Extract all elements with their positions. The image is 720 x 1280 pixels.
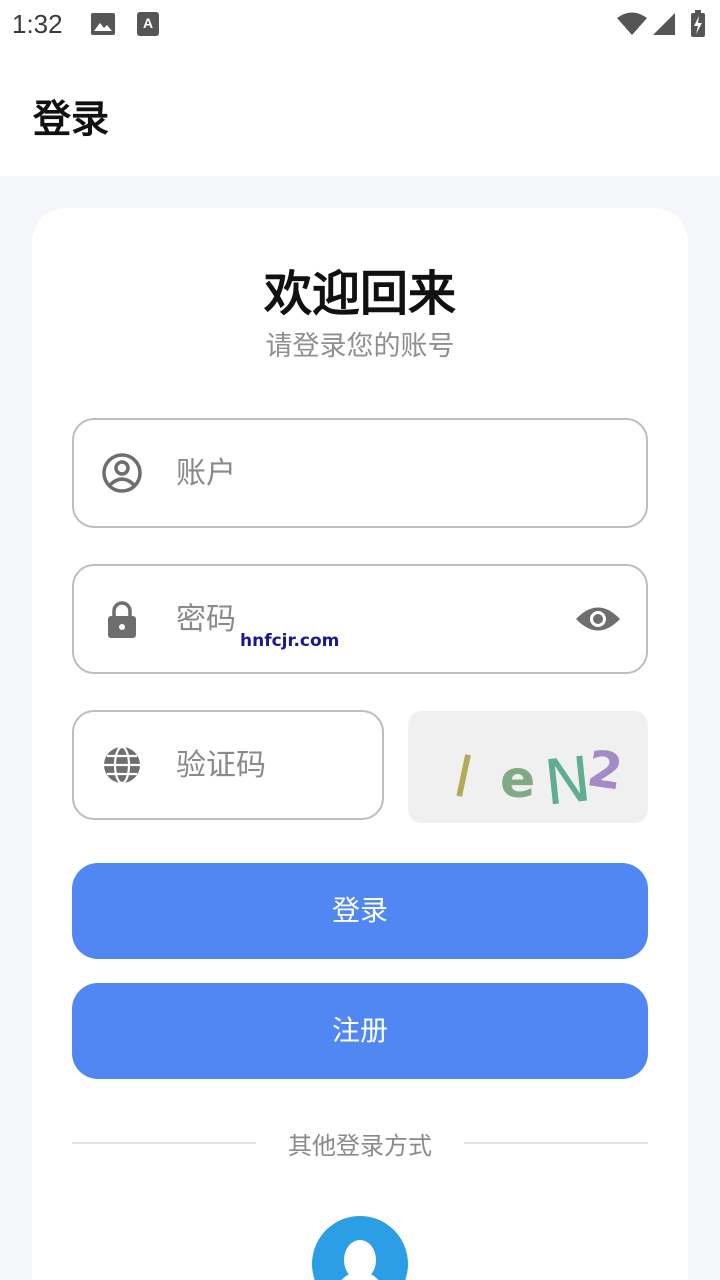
password-field[interactable] bbox=[72, 564, 648, 674]
signal-icon bbox=[653, 13, 675, 35]
svg-text:2: 2 bbox=[584, 739, 627, 801]
lock-icon bbox=[108, 601, 136, 638]
qq-login-button[interactable] bbox=[312, 1216, 408, 1280]
font-icon: A bbox=[137, 12, 159, 36]
captcha-text: I e N 2 bbox=[448, 739, 627, 819]
image-icon bbox=[91, 13, 115, 35]
captcha-image[interactable]: I e N 2 bbox=[408, 711, 648, 823]
password-input[interactable] bbox=[176, 566, 556, 672]
captcha-input[interactable] bbox=[176, 712, 366, 818]
account-circle-icon bbox=[102, 453, 142, 493]
page-title: 登录 bbox=[33, 97, 110, 141]
svg-text:I: I bbox=[448, 742, 479, 812]
qq-penguin-icon bbox=[341, 1240, 379, 1280]
register-button[interactable]: 注册 bbox=[72, 983, 648, 1079]
eye-icon[interactable] bbox=[574, 602, 622, 636]
svg-text:e: e bbox=[500, 750, 535, 810]
login-card: 欢迎回来 请登录您的账号 hnfcjr.com bbox=[32, 208, 688, 1280]
globe-icon bbox=[104, 745, 140, 785]
watermark-text: hnfcjr.com bbox=[240, 631, 340, 651]
welcome-heading: 欢迎回来 bbox=[263, 266, 456, 322]
login-button[interactable]: 登录 bbox=[72, 863, 648, 959]
svg-text:A: A bbox=[143, 15, 153, 31]
app-bar: 登录 bbox=[0, 50, 720, 176]
account-field[interactable] bbox=[72, 418, 648, 528]
wifi-icon bbox=[617, 12, 647, 35]
account-input[interactable] bbox=[176, 420, 616, 526]
status-time: 1:32 bbox=[12, 9, 63, 39]
captcha-field[interactable] bbox=[72, 710, 384, 820]
welcome-subtitle: 请登录您的账号 bbox=[265, 331, 455, 362]
divider-right bbox=[464, 1142, 648, 1144]
battery-charging-icon bbox=[691, 10, 705, 37]
status-bar: 1:32 A bbox=[0, 0, 720, 50]
